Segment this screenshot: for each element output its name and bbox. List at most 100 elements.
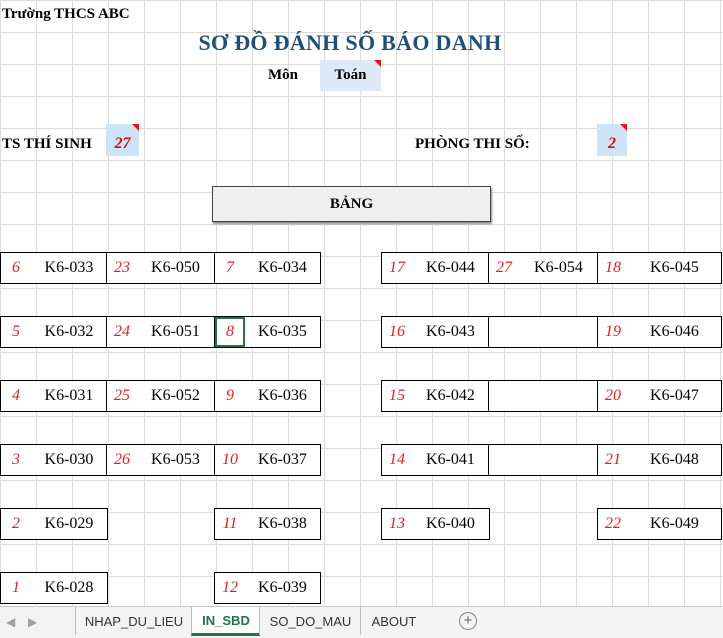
- seat-number: 14: [389, 451, 405, 468]
- seat-number: 10: [222, 451, 238, 468]
- seat-cell[interactable]: [488, 316, 599, 348]
- seat-cell[interactable]: 8 K6-035: [214, 316, 321, 348]
- seat-cell[interactable]: 10 K6-037: [214, 444, 321, 476]
- candidate-code: K6-038: [258, 515, 307, 532]
- seat-number: 12: [222, 579, 238, 596]
- sheet-tab[interactable]: NHAP_DU_LIEU: [75, 607, 192, 635]
- candidate-code: K6-029: [44, 515, 94, 532]
- candidate-code: K6-030: [44, 451, 94, 468]
- plus-circle-icon[interactable]: +: [459, 612, 477, 630]
- subject-label: Môn: [268, 67, 298, 83]
- seat-cell[interactable]: 17 K6-044: [381, 252, 490, 284]
- total-candidates-label: TS THÍ SINH: [2, 136, 92, 152]
- seat-cell[interactable]: 11 K6-038: [214, 508, 321, 540]
- candidate-code: K6-054: [534, 259, 583, 276]
- room-number-cell[interactable]: 2: [597, 124, 627, 156]
- candidate-code: K6-041: [426, 451, 475, 468]
- school-name: Trường THCS ABC: [2, 6, 130, 22]
- seat-cell[interactable]: 3 K6-030: [0, 444, 108, 476]
- candidate-code: K6-051: [151, 323, 200, 340]
- seat-number: 24: [114, 323, 130, 340]
- seat-number: 25: [114, 387, 130, 404]
- seat-cell[interactable]: 14 K6-041: [381, 444, 490, 476]
- seat-cell[interactable]: 4 K6-031: [0, 380, 108, 412]
- seat-number: 5: [12, 323, 20, 340]
- caret-left-icon[interactable]: ◀: [6, 615, 15, 629]
- candidate-code: K6-037: [258, 451, 307, 468]
- seat-cell[interactable]: [488, 380, 599, 412]
- candidate-code: K6-033: [44, 259, 94, 276]
- candidate-code: K6-042: [426, 387, 475, 404]
- sheet-tab[interactable]: IN_SBD: [191, 607, 260, 636]
- seat-number: 16: [389, 323, 405, 340]
- candidate-code: K6-045: [650, 259, 699, 276]
- seat-cell[interactable]: [488, 444, 599, 476]
- seat-number: 17: [389, 259, 405, 276]
- seat-cell[interactable]: 22 K6-049: [597, 508, 722, 540]
- seat-cell[interactable]: 5 K6-032: [0, 316, 108, 348]
- candidate-code: K6-034: [258, 259, 307, 276]
- seat-cell[interactable]: 25 K6-052: [106, 380, 215, 412]
- seat-number: 15: [389, 387, 405, 404]
- seat-number: 20: [605, 387, 621, 404]
- seat-cell[interactable]: 26 K6-053: [106, 444, 215, 476]
- seat-number: 6: [12, 259, 20, 276]
- seat-number: 22: [605, 515, 621, 532]
- caret-right-icon[interactable]: ▶: [28, 615, 37, 629]
- candidate-code: K6-046: [650, 323, 699, 340]
- seat-number: 23: [114, 259, 130, 276]
- candidate-code: K6-031: [44, 387, 94, 404]
- candidate-code: K6-040: [426, 515, 475, 532]
- seat-number: 1: [12, 579, 20, 596]
- comment-indicator-icon: [132, 124, 139, 131]
- seat-cell[interactable]: 15 K6-042: [381, 380, 490, 412]
- candidate-code: K6-047: [650, 387, 699, 404]
- candidate-code: K6-053: [151, 451, 200, 468]
- seat-number: 11: [222, 515, 238, 532]
- board-box: BẢNG: [212, 186, 491, 222]
- seat-cell[interactable]: 27 K6-054: [488, 252, 599, 284]
- seat-number: 26: [114, 451, 130, 468]
- seat-cell[interactable]: 1 K6-028: [0, 572, 108, 604]
- seat-cell[interactable]: 13 K6-040: [381, 508, 490, 540]
- seat-cell[interactable]: 18 K6-045: [597, 252, 722, 284]
- seat-number: 18: [605, 259, 621, 276]
- seat-number: 8: [215, 317, 245, 347]
- candidate-code: K6-044: [426, 259, 475, 276]
- comment-indicator-icon: [374, 60, 381, 67]
- seat-cell[interactable]: 2 K6-029: [0, 508, 108, 540]
- total-candidates-cell[interactable]: 27: [106, 124, 139, 156]
- seat-cell[interactable]: 7 K6-034: [214, 252, 321, 284]
- sheet-tab[interactable]: ABOUT: [360, 607, 427, 635]
- seat-cell[interactable]: 9 K6-036: [214, 380, 321, 412]
- subject-cell[interactable]: Toán: [320, 60, 381, 91]
- room-label: PHÒNG THI SỐ:: [415, 136, 530, 152]
- page-title: SƠ ĐỒ ĐÁNH SỐ BÁO DANH: [198, 30, 502, 55]
- sheet-tab-bar: ◀ ▶ NHAP_DU_LIEU IN_SBD SO_DO_MAU ABOUT +: [0, 606, 723, 638]
- seat-cell[interactable]: 16 K6-043: [381, 316, 490, 348]
- candidate-code: K6-028: [44, 579, 94, 596]
- seat-cell[interactable]: 12 K6-039: [214, 572, 321, 604]
- seat-cell[interactable]: 24 K6-051: [106, 316, 215, 348]
- subject-value: Toán: [334, 67, 367, 83]
- seat-cell[interactable]: 6 K6-033: [0, 252, 108, 284]
- seat-cell[interactable]: 19 K6-046: [597, 316, 722, 348]
- candidate-code: K6-036: [258, 387, 307, 404]
- board-label: BẢNG: [329, 195, 374, 212]
- seat-number: 19: [605, 323, 621, 340]
- seat-cell[interactable]: 21 K6-048: [597, 444, 722, 476]
- total-candidates-value: 27: [114, 135, 131, 152]
- seat-number: 4: [12, 387, 20, 404]
- candidate-code: K6-049: [650, 515, 699, 532]
- room-number-value: 2: [608, 135, 616, 152]
- seat-number: 3: [12, 451, 20, 468]
- spreadsheet-grid[interactable]: Trường THCS ABC SƠ ĐỒ ĐÁNH SỐ BÁO DANH M…: [0, 0, 723, 606]
- seat-cell[interactable]: 23 K6-050: [106, 252, 215, 284]
- candidate-code: K6-043: [426, 323, 475, 340]
- sheet-tab[interactable]: SO_DO_MAU: [259, 607, 361, 635]
- candidate-code: K6-039: [258, 579, 307, 596]
- seat-number: 13: [389, 515, 405, 532]
- seat-cell[interactable]: 20 K6-047: [597, 380, 722, 412]
- candidate-code: K6-048: [650, 451, 699, 468]
- comment-indicator-icon: [620, 124, 627, 131]
